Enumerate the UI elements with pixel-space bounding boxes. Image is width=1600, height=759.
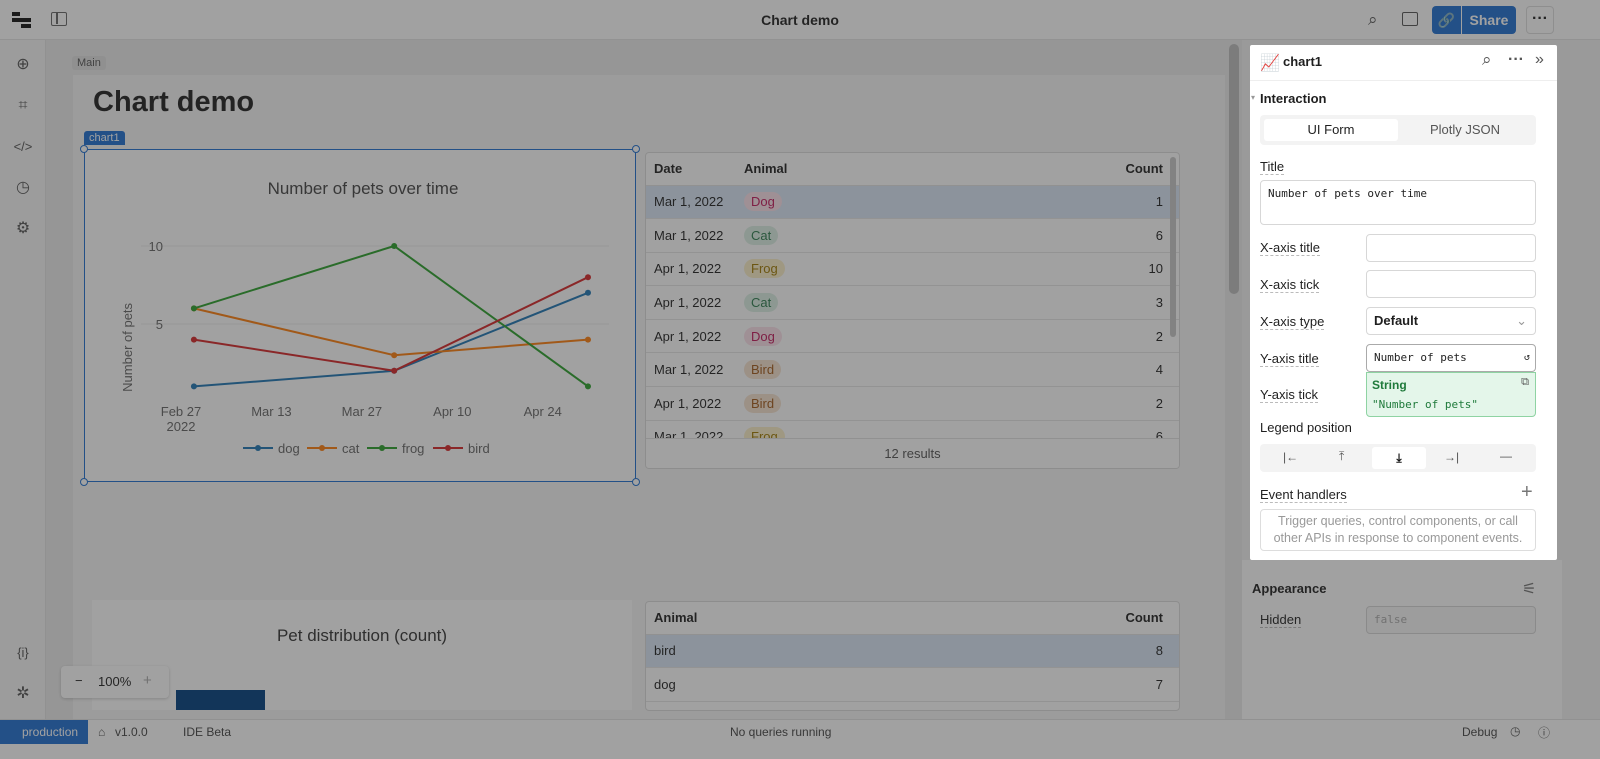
copy-icon[interactable]: ⧉ <box>1521 376 1529 389</box>
legend-right-icon[interactable]: →| <box>1444 450 1459 464</box>
hint-type: String <box>1372 378 1407 392</box>
title-label: Title <box>1260 159 1285 175</box>
inspector-panel: 📈 chart1 ⌕ ··· » ▾ Interaction UI Form P… <box>1250 45 1557 560</box>
component-name[interactable]: chart1 <box>1283 54 1322 69</box>
mode-tabs: UI Form Plotly JSON <box>1260 115 1536 145</box>
legend-left-icon[interactable]: |← <box>1283 450 1298 464</box>
x-axis-type-label: X-axis type <box>1260 314 1325 330</box>
reset-icon[interactable]: ↺ <box>1524 345 1530 371</box>
legend-top-icon[interactable]: ⤒ <box>1339 449 1344 464</box>
collapse-panel-icon[interactable]: » <box>1535 51 1544 69</box>
input-value: Number of pets <box>1374 351 1467 364</box>
section-interaction[interactable]: Interaction <box>1260 91 1326 106</box>
chevron-down-icon: ⌄ <box>1516 313 1527 328</box>
x-axis-title-input[interactable] <box>1366 234 1536 262</box>
y-axis-title-label: Y-axis title <box>1260 351 1319 367</box>
select-value: Default <box>1374 313 1419 328</box>
legend-position-group: |← ⤒ ⤓ →| — <box>1260 444 1536 472</box>
x-axis-title-label: X-axis title <box>1260 240 1320 256</box>
legend-none-icon[interactable]: — <box>1500 449 1512 463</box>
caret-icon: ▾ <box>1251 93 1256 102</box>
event-handlers-label: Event handlers <box>1260 487 1347 503</box>
hint-value: "Number of pets" <box>1372 398 1478 411</box>
legend-position-label: Legend position <box>1260 420 1352 435</box>
event-handlers-empty: Trigger queries, control components, or … <box>1260 509 1536 551</box>
tab-plotly-json[interactable]: Plotly JSON <box>1398 119 1532 141</box>
y-axis-title-input[interactable]: Number of pets ↺ <box>1366 344 1536 372</box>
search-icon[interactable]: ⌕ <box>1482 50 1492 70</box>
tab-ui-form[interactable]: UI Form <box>1264 119 1398 141</box>
x-axis-tick-input[interactable] <box>1366 270 1536 298</box>
x-axis-type-select[interactable]: Default ⌄ <box>1366 307 1536 335</box>
chart-icon: 📈 <box>1260 55 1280 72</box>
add-event-handler-button[interactable]: + <box>1521 481 1533 504</box>
evaluation-hint: String "Number of pets" ⧉ <box>1366 372 1536 417</box>
y-axis-tick-label: Y-axis tick <box>1260 387 1319 403</box>
more-icon[interactable]: ··· <box>1508 51 1524 69</box>
title-input[interactable]: Number of pets over time <box>1260 180 1536 225</box>
legend-bottom-icon[interactable]: ⤓ <box>1372 447 1426 469</box>
x-axis-tick-label: X-axis tick <box>1260 277 1320 293</box>
